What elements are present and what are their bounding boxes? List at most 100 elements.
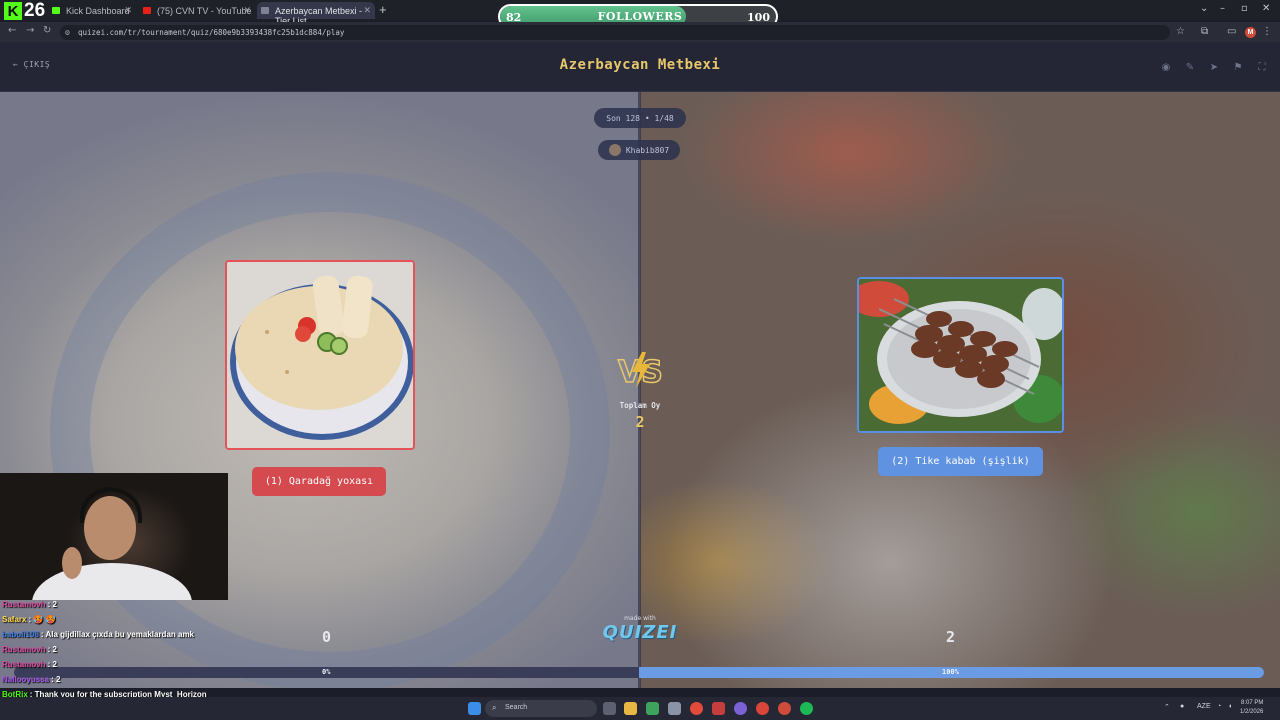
site-info-icon[interactable]: ⚙ — [65, 28, 70, 37]
tab-title: Kick Dashboard — [66, 6, 130, 16]
clock-date: 1/2/2026 — [1240, 709, 1264, 715]
wifi-icon[interactable]: ◔ — [1217, 703, 1221, 710]
file-explorer-icon[interactable] — [624, 702, 637, 715]
versus-emblem-icon: VS — [617, 352, 664, 390]
left-option-image[interactable] — [225, 260, 415, 450]
new-tab-plus-icon[interactable]: + — [379, 2, 387, 17]
chat-username[interactable]: Rustamovh — [2, 660, 46, 669]
menu-dots-icon[interactable]: ⋮ — [1262, 26, 1272, 37]
chat-message: baboli108: Ala gijdillax çıxda bu yemakl… — [2, 630, 292, 645]
quiz-header: ← ÇIKIŞ Azerbaycan Metbexi ◉ ✎ ➤ ⚑ ⛶ — [0, 42, 1280, 92]
store-icon[interactable] — [646, 702, 659, 715]
right-score: 2 — [946, 628, 956, 646]
chat-message: Rustamovh: 2 — [2, 600, 292, 615]
search-icon: ⌕ — [492, 703, 497, 712]
chat-text: 2 — [52, 660, 57, 669]
close-tab-icon[interactable]: ✕ — [363, 5, 371, 16]
profile-avatar[interactable]: M — [1245, 27, 1256, 38]
url-text: quizei.com/tr/tournament/quiz/680e9b3393… — [78, 28, 345, 37]
flag-icon[interactable]: ⚑ — [1229, 58, 1247, 76]
round-badge: Son 128 • 1/48 — [594, 108, 686, 128]
kick-logo-icon: K — [4, 2, 22, 20]
bookmark-star-icon[interactable]: ☆ — [1176, 26, 1185, 37]
right-option-image[interactable] — [857, 277, 1064, 433]
close-tab-icon[interactable]: ✕ — [243, 5, 251, 16]
youtube-favicon-icon — [143, 7, 151, 14]
chat-text: 🥵 🥵 — [33, 615, 56, 624]
quizei-favicon-icon — [261, 7, 269, 14]
chat-username[interactable]: Rustamovh — [2, 600, 46, 609]
chat-text: 2 — [56, 675, 61, 684]
center-divider — [638, 92, 641, 688]
chat-text: 2 — [52, 645, 57, 654]
left-choice-button[interactable]: (1) Qaradağ yoxası — [252, 467, 386, 496]
left-score: 0 — [322, 628, 332, 646]
sidebar-icon[interactable]: ▭ — [1227, 26, 1236, 37]
volume-icon[interactable]: ◖ — [1228, 703, 1232, 710]
streamer-webcam — [0, 473, 228, 600]
forward-arrow-icon[interactable]: → — [26, 25, 34, 36]
close-tab-icon[interactable]: ✕ — [124, 5, 132, 16]
right-percent: 100% — [942, 668, 959, 676]
tray-mic-icon[interactable]: ● — [1180, 703, 1184, 710]
username: Khabib807 — [625, 145, 670, 155]
tab-youtube[interactable]: (75) CVN TV - YouTube ✕ — [139, 2, 255, 19]
minimize-icon[interactable]: – — [1220, 3, 1225, 14]
windows-start-icon[interactable] — [468, 702, 481, 715]
user-badge: Khabib807 — [598, 140, 680, 160]
kebab-plate-illustration — [859, 279, 1062, 431]
chat-username[interactable]: Safarx — [2, 615, 26, 624]
chat-username[interactable]: Rustamovh — [2, 645, 46, 654]
flatbread-plate-illustration — [227, 262, 413, 448]
windows-taskbar: ⌕ Search ⌃ ● AZE ◔ ◖ 8:07 PM 1/2/2026 — [0, 697, 1280, 720]
edit-icon[interactable]: ✎ — [1181, 58, 1199, 76]
extensions-icon[interactable]: ⧉ — [1201, 26, 1208, 37]
close-window-icon[interactable]: ✕ — [1262, 3, 1270, 14]
reload-icon[interactable]: ↻ — [43, 25, 51, 36]
url-field[interactable]: ⚙ quizei.com/tr/tournament/quiz/680e9b33… — [60, 25, 1170, 40]
tab-quizei[interactable]: Azerbaycan Metbexi - Tier List ✕ — [257, 2, 375, 26]
chat-text: 2 — [52, 600, 57, 609]
chat-message: Safarx: 🥵 🥵 — [2, 615, 292, 630]
tab-kick-dashboard[interactable]: Kick Dashboard ✕ — [48, 2, 136, 19]
taskbar-search[interactable]: ⌕ Search — [485, 700, 597, 717]
quiz-title: Azerbaycan Metbexi — [559, 57, 721, 73]
task-view-icon[interactable] — [603, 702, 616, 715]
fullscreen-icon[interactable]: ⛶ — [1253, 58, 1271, 76]
streamer-silhouette-illustration — [32, 486, 192, 600]
tab-search-icon[interactable]: ⌄ — [1200, 3, 1208, 14]
total-votes-label: Toplam Oy — [619, 401, 661, 410]
tray-chevron-icon[interactable]: ⌃ — [1164, 703, 1170, 711]
taskbar-search-label: Search — [505, 704, 528, 711]
app-icon[interactable] — [668, 702, 681, 715]
taskbar-clock[interactable]: 8:07 PM 1/2/2026 — [1240, 699, 1263, 717]
chat-text: Ala gijdillax çıxda bu yemaklardan amk — [45, 630, 195, 639]
chat-username[interactable]: baboli108 — [2, 630, 39, 639]
kick-favicon-icon — [52, 7, 60, 14]
spotify-icon[interactable] — [800, 702, 813, 715]
chat-message: Rustamovh: 2 — [2, 660, 292, 675]
eye-icon[interactable]: ◉ — [1157, 58, 1175, 76]
chrome-icon[interactable] — [690, 702, 703, 715]
stream-overlay-number: 26 — [24, 0, 46, 21]
tab-title: (75) CVN TV - YouTube — [157, 6, 252, 16]
user-avatar — [608, 144, 621, 156]
quizei-logo[interactable]: QUIZEI — [600, 622, 680, 643]
browser-address-row: ← → ↻ ⚙ quizei.com/tr/tournament/quiz/68… — [0, 22, 1280, 42]
left-percent: 0% — [322, 668, 331, 676]
share-icon[interactable]: ➤ — [1205, 58, 1223, 76]
right-choice-button[interactable]: (2) Tike kabab (şişlik) — [878, 447, 1043, 476]
discord-icon[interactable] — [734, 702, 747, 715]
chat-message: Rustamovh: 2 — [2, 645, 292, 660]
browser-active-icon[interactable] — [756, 702, 769, 715]
back-arrow-icon[interactable]: ← — [8, 25, 16, 36]
language-indicator[interactable]: AZE — [1197, 703, 1211, 710]
chat-message: Nallooyussa: 2 — [2, 675, 292, 690]
chat-username[interactable]: Nallooyussa — [2, 675, 49, 684]
total-votes-value: 2 — [635, 413, 645, 431]
maximize-icon[interactable]: ▫ — [1241, 3, 1248, 14]
app-red-icon[interactable] — [712, 702, 725, 715]
browser-icon[interactable] — [778, 702, 791, 715]
clock-time: 8:07 PM — [1241, 700, 1264, 706]
made-with-label: made with — [624, 615, 656, 622]
